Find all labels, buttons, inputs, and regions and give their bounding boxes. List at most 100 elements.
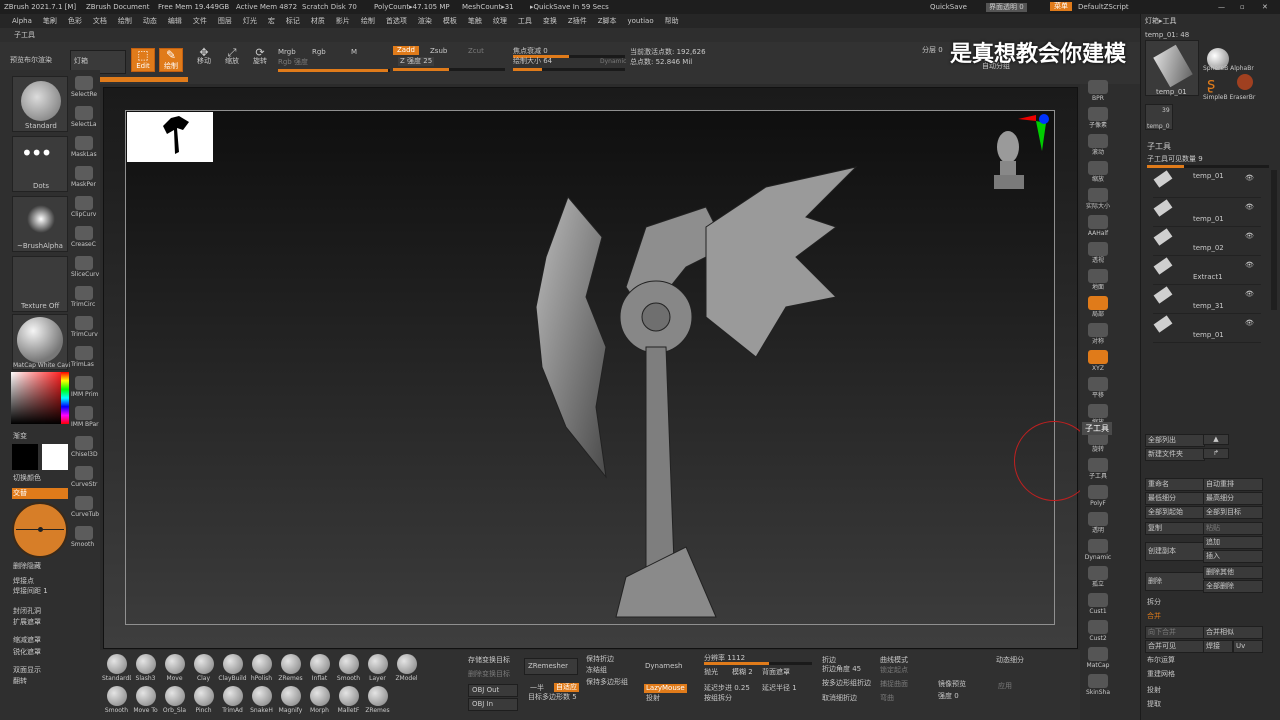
menu-item[interactable]: 首选项 (386, 17, 407, 26)
scale-button[interactable]: ⤢ 缩放 (220, 47, 244, 66)
menu-item[interactable]: 编辑 (168, 17, 182, 26)
menu-item[interactable]: 绘制 (118, 17, 132, 26)
brush-button[interactable]: Smooth (334, 652, 363, 683)
right-shelf-button[interactable]: PolyF (1084, 485, 1112, 508)
right-shelf-button[interactable]: 子工具 (1084, 458, 1112, 481)
viewport[interactable] (125, 110, 1094, 625)
list-all-button[interactable]: 全部列出 (1145, 434, 1205, 447)
lowest-sub-button[interactable]: 最低细分 (1145, 492, 1205, 505)
navigation-orb[interactable] (12, 502, 68, 558)
merge-section[interactable]: 合并 (1147, 612, 1161, 621)
delete-hidden-button[interactable]: 删除隐藏 (13, 562, 41, 571)
rename-button[interactable]: 重命名 (1145, 478, 1205, 491)
menu-item[interactable]: 绘制 (361, 17, 375, 26)
brush-button[interactable]: Clay (189, 652, 218, 683)
menu-item[interactable]: 色彩 (68, 17, 82, 26)
insert-button[interactable]: 插入 (1203, 550, 1263, 563)
uncrease-all[interactable]: 取消细折边 (822, 694, 857, 703)
zcut-button[interactable]: Zcut (468, 47, 484, 56)
polish-button[interactable]: 抛光 (704, 668, 718, 677)
keep-creases[interactable]: 保持折边 (586, 655, 614, 664)
right-shelf-button[interactable]: BPR (1084, 80, 1112, 103)
side-tool-item[interactable]: SelectRe (71, 76, 99, 99)
brush-button[interactable]: Inflat (305, 652, 334, 683)
brush-button[interactable]: Slash3 (131, 652, 160, 683)
menu-item[interactable]: 渲染 (418, 17, 432, 26)
split-section[interactable]: 拆分 (1147, 598, 1161, 607)
right-shelf-button[interactable]: 地面 (1084, 269, 1112, 292)
secondary-color-swatch[interactable] (12, 444, 38, 470)
append-button[interactable]: 追加 (1203, 536, 1263, 549)
blur-slider[interactable]: 模糊 2 (732, 668, 753, 677)
brush-button[interactable]: Orb_Sla (160, 684, 189, 715)
right-shelf-button[interactable]: Cust1 (1084, 593, 1112, 616)
eye-icon[interactable]: 👁 (1245, 319, 1254, 328)
all-to-target-button[interactable]: 全部到目标 (1203, 506, 1263, 519)
eraser-brush-icon[interactable] (1237, 74, 1253, 90)
menu-item[interactable]: 图层 (218, 17, 232, 26)
brush-button[interactable]: Smooth (102, 684, 131, 715)
hue-strip[interactable] (61, 372, 69, 424)
rgb-button[interactable]: Rgb (312, 48, 326, 57)
backface-mask[interactable]: 背面遮罩 (762, 668, 790, 677)
right-shelf-button[interactable]: 透视 (1084, 242, 1112, 265)
project-button[interactable]: 投射 (646, 694, 660, 703)
simple-brush-icon[interactable]: ʂ (1207, 74, 1215, 93)
menu-item[interactable]: 模板 (443, 17, 457, 26)
brush-button[interactable]: Pinch (189, 684, 218, 715)
weld-points-button[interactable]: 焊接点 (13, 577, 34, 586)
extract-section[interactable]: 提取 (1147, 700, 1161, 709)
side-tool-item[interactable]: Chisel3D (71, 436, 99, 459)
boolean-section[interactable]: 布尔运算 (1147, 656, 1175, 665)
menu-item[interactable]: Z插件 (568, 17, 587, 26)
sharpen-mask-button[interactable]: 锐化遮罩 (13, 648, 41, 657)
project-section[interactable]: 投射 (1147, 686, 1161, 695)
brush-button[interactable]: Move To (131, 684, 160, 715)
flip-button[interactable]: 翻转 (13, 677, 27, 686)
draw-button[interactable]: ✎ 绘制 (159, 48, 183, 72)
gradient-label[interactable]: 渐变 (13, 432, 27, 441)
apply-button[interactable]: 应用 (998, 682, 1012, 691)
brush-button[interactable]: SnakeH (247, 684, 276, 715)
mirror-preview[interactable]: 镜像预览 (938, 680, 966, 689)
auto-reorder-button[interactable]: 自动重排 (1203, 478, 1263, 491)
crease-button[interactable]: 折边 (822, 656, 836, 665)
right-shelf-button[interactable]: 局部 (1084, 296, 1112, 319)
delete-other-button[interactable]: 删除其他 (1203, 566, 1263, 579)
brush-thumbnail[interactable]: Standard (12, 76, 68, 132)
side-tool-item[interactable]: SelectLa (71, 106, 99, 129)
side-tool-item[interactable]: MaskPer (71, 166, 99, 189)
preview-boolean[interactable]: 预览布尔渲染 (10, 56, 52, 65)
alpha-thumbnail[interactable]: ~BrushAlpha (12, 196, 68, 252)
side-tool-item[interactable]: SliceCurv (71, 256, 99, 279)
half-button[interactable]: 一半 (530, 684, 544, 693)
close-holes-button[interactable]: 封闭孔洞 (13, 607, 41, 616)
freeze-groups[interactable]: 冻结组 (586, 666, 607, 675)
right-shelf-button[interactable]: 孤立 (1084, 566, 1112, 589)
side-tool-item[interactable]: Smooth (71, 526, 99, 549)
right-shelf-button[interactable]: 缩放 (1084, 161, 1112, 184)
lightbox-tool-header[interactable]: 灯箱▸工具 (1145, 17, 1177, 26)
brush-button[interactable]: ClayBuild (218, 652, 247, 683)
adaptive-button[interactable]: 自适应 (554, 683, 579, 692)
subtool-item[interactable]: temp_01 👁 (1153, 199, 1261, 227)
rgb-intensity-slider[interactable] (278, 69, 390, 72)
right-shelf-button[interactable]: 平移 (1084, 377, 1112, 400)
weld-button[interactable]: 焊接 (1203, 640, 1233, 653)
draw-size-slider[interactable] (513, 68, 625, 71)
switch-color-button[interactable]: 切换颜色 (13, 474, 41, 483)
alternate-button[interactable]: 交替 (12, 488, 68, 499)
snap-surface[interactable]: 捕捉曲面 (880, 680, 908, 689)
z-intensity[interactable]: Z 强度 25 (398, 57, 435, 66)
split-level[interactable]: 分层 0 (922, 46, 943, 55)
shrink-mask-button[interactable]: 缩减遮罩 (13, 636, 41, 645)
right-shelf-button[interactable]: 透明 (1084, 512, 1112, 535)
tool-thumbnail-main[interactable]: temp_01 (1145, 40, 1199, 96)
side-tool-item[interactable]: TrimCurv (71, 316, 99, 339)
right-shelf-button[interactable]: 实际大小 (1084, 188, 1112, 211)
brush-button[interactable]: Morph (305, 684, 334, 715)
lazy-radius[interactable]: 延迟半径 1 (762, 684, 797, 693)
ui-transparency[interactable]: 界面透明 0 (986, 3, 1027, 12)
right-shelf-button[interactable]: Dynamic (1084, 539, 1112, 562)
rgb-intensity[interactable]: Rgb 强度 (278, 58, 308, 67)
